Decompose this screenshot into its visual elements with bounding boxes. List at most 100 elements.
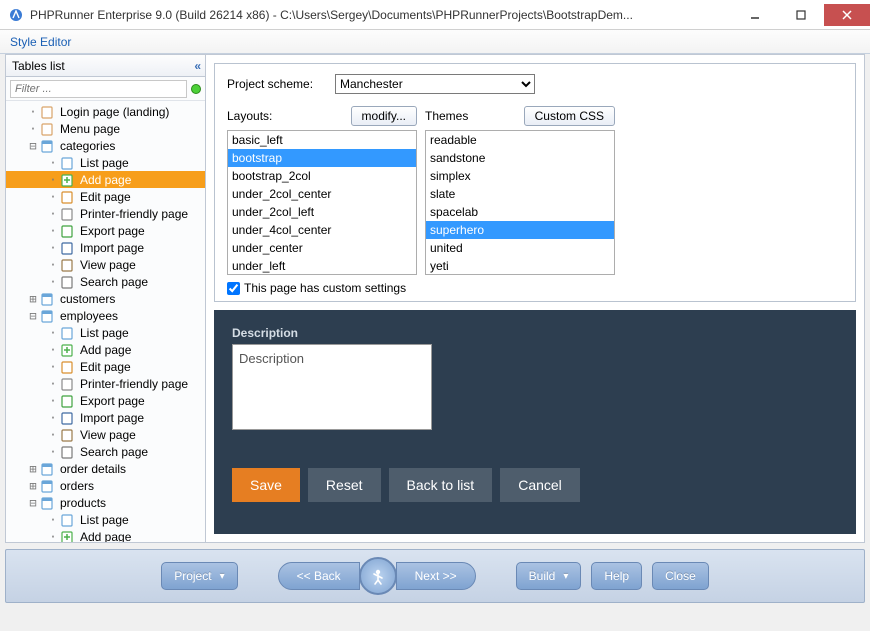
tree-item[interactable]: ·Export page <box>6 222 205 239</box>
theme-option[interactable]: yeti <box>426 257 614 275</box>
tree-item[interactable]: ·Import page <box>6 409 205 426</box>
project-scheme-select[interactable]: Manchester <box>335 74 535 94</box>
theme-option[interactable]: readable <box>426 131 614 149</box>
tree-toggle-icon[interactable]: ⊞ <box>26 292 40 306</box>
layout-option[interactable]: under_2col_left <box>228 203 416 221</box>
tree-item[interactable]: ·Menu page <box>6 120 205 137</box>
tree-item[interactable]: ·Add page <box>6 171 205 188</box>
tree-item[interactable]: ·Login page (landing) <box>6 103 205 120</box>
run-icon[interactable] <box>359 557 397 595</box>
wizard-back-button[interactable]: << Back <box>278 562 360 590</box>
page-icon <box>40 121 56 137</box>
tree-toggle-icon[interactable]: · <box>46 513 60 527</box>
layouts-listbox[interactable]: basic_leftbootstrapbootstrap_2colunder_2… <box>227 130 417 275</box>
tree-item[interactable]: ·Edit page <box>6 358 205 375</box>
tree-toggle-icon[interactable]: ⊞ <box>26 479 40 493</box>
filter-status-icon[interactable] <box>191 84 201 94</box>
tree-toggle-icon[interactable]: · <box>46 241 60 255</box>
tree-item[interactable]: ⊞order details <box>6 460 205 477</box>
close-button[interactable] <box>824 4 870 26</box>
custom-settings-label[interactable]: This page has custom settings <box>244 281 406 295</box>
save-button[interactable]: Save <box>232 468 300 502</box>
tree-toggle-icon[interactable]: · <box>46 326 60 340</box>
layout-option[interactable]: under_2col_center <box>228 185 416 203</box>
layout-option[interactable]: basic_left <box>228 131 416 149</box>
tree-toggle-icon[interactable]: · <box>46 190 60 204</box>
tree-toggle-icon[interactable]: · <box>26 122 40 136</box>
tree-toggle-icon[interactable]: · <box>46 156 60 170</box>
tree-toggle-icon[interactable]: ⊟ <box>26 139 40 153</box>
tree-item[interactable]: ·View page <box>6 426 205 443</box>
minimize-button[interactable] <box>732 4 778 26</box>
tree-toggle-icon[interactable]: · <box>46 207 60 221</box>
cancel-button[interactable]: Cancel <box>500 468 580 502</box>
tree-item[interactable]: ·List page <box>6 154 205 171</box>
theme-option[interactable]: simplex <box>426 167 614 185</box>
tree-item[interactable]: ·List page <box>6 324 205 341</box>
maximize-button[interactable] <box>778 4 824 26</box>
tree-item[interactable]: · Import page <box>6 239 205 256</box>
filter-input[interactable] <box>10 80 187 98</box>
wizard-next-button[interactable]: Next >> <box>396 562 476 590</box>
theme-option[interactable]: superhero <box>426 221 614 239</box>
tree-toggle-icon[interactable]: · <box>26 105 40 119</box>
tree-toggle-icon[interactable]: · <box>46 275 60 289</box>
table-icon <box>40 291 56 307</box>
custom-css-button[interactable]: Custom CSS <box>524 106 615 126</box>
tree-item[interactable]: ·Search page <box>6 273 205 290</box>
description-textarea[interactable]: Description <box>232 344 432 430</box>
tree-toggle-icon[interactable]: ⊟ <box>26 309 40 323</box>
tree-item[interactable]: ·Printer-friendly page <box>6 205 205 222</box>
tree-toggle-icon[interactable]: · <box>46 530 60 543</box>
tree-toggle-icon[interactable]: ⊞ <box>26 462 40 476</box>
preview-area: Description Description Save Reset Back … <box>214 310 856 534</box>
tree-toggle-icon[interactable]: · <box>46 445 60 459</box>
layout-option[interactable]: bootstrap_2col <box>228 167 416 185</box>
tree-item[interactable]: ·Add page <box>6 341 205 358</box>
tree-item[interactable]: ·Printer-friendly page <box>6 375 205 392</box>
theme-option[interactable]: spacelab <box>426 203 614 221</box>
tree-toggle-icon[interactable]: · <box>46 360 60 374</box>
tree-item[interactable]: ⊟employees <box>6 307 205 324</box>
tree-toggle-icon[interactable]: · <box>46 343 60 357</box>
tree-toggle-icon[interactable]: · <box>46 394 60 408</box>
themes-listbox[interactable]: readablesandstonesimplexslatespacelabsup… <box>425 130 615 275</box>
tree-item[interactable]: ⊟categories <box>6 137 205 154</box>
theme-option[interactable]: slate <box>426 185 614 203</box>
project-menu-button[interactable]: Project <box>161 562 237 590</box>
tree-toggle-icon[interactable]: · <box>46 258 60 272</box>
theme-option[interactable]: united <box>426 239 614 257</box>
collapse-panel-icon[interactable]: « <box>194 59 199 73</box>
tree-toggle-icon[interactable]: · <box>46 377 60 391</box>
tree-item[interactable]: ·Add page <box>6 528 205 542</box>
tree-item[interactable]: ·List page <box>6 511 205 528</box>
tree-toggle-icon[interactable]: · <box>46 173 60 187</box>
layout-option[interactable]: under_center <box>228 239 416 257</box>
tree-item[interactable]: ·Export page <box>6 392 205 409</box>
help-button[interactable]: Help <box>591 562 642 590</box>
theme-option[interactable]: sandstone <box>426 149 614 167</box>
build-menu-button[interactable]: Build <box>516 562 582 590</box>
tree-item[interactable]: ·View page <box>6 256 205 273</box>
tree-item[interactable]: ⊞customers <box>6 290 205 307</box>
page-icon <box>40 104 56 120</box>
tables-tree[interactable]: ·Login page (landing)·Menu page⊟categori… <box>6 101 205 542</box>
tree-item-label: Import page <box>78 241 146 255</box>
modify-layout-button[interactable]: modify... <box>351 106 417 126</box>
tree-item[interactable]: ⊟products <box>6 494 205 511</box>
window-title: PHPRunner Enterprise 9.0 (Build 26214 x8… <box>30 8 732 22</box>
layout-option[interactable]: bootstrap <box>228 149 416 167</box>
custom-settings-checkbox[interactable] <box>227 282 240 295</box>
layout-option[interactable]: under_left <box>228 257 416 275</box>
tree-toggle-icon[interactable]: · <box>46 428 60 442</box>
layout-option[interactable]: under_4col_center <box>228 221 416 239</box>
app-close-button[interactable]: Close <box>652 562 709 590</box>
tree-toggle-icon[interactable]: · <box>46 224 60 238</box>
tree-toggle-icon[interactable]: ⊟ <box>26 496 40 510</box>
tree-toggle-icon[interactable]: · <box>46 411 60 425</box>
tree-item[interactable]: ⊞orders <box>6 477 205 494</box>
tree-item[interactable]: ·Edit page <box>6 188 205 205</box>
tree-item[interactable]: ·Search page <box>6 443 205 460</box>
reset-button[interactable]: Reset <box>308 468 381 502</box>
back-to-list-button[interactable]: Back to list <box>389 468 493 502</box>
